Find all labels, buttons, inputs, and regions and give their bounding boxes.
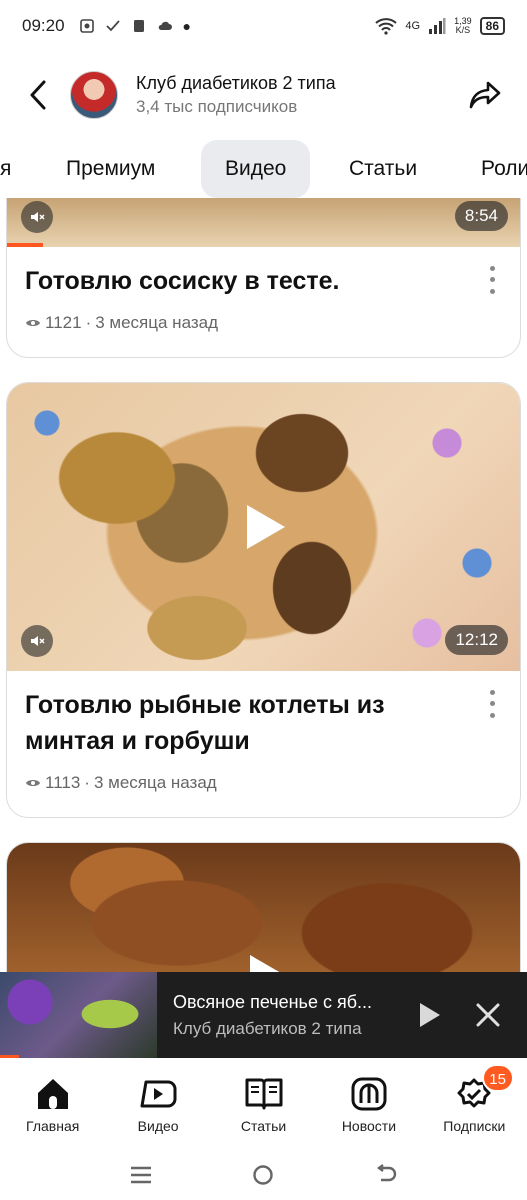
channel-avatar[interactable] xyxy=(70,71,118,119)
mini-player-title: Овсяное печенье с яб... xyxy=(173,991,373,1012)
chevron-left-icon xyxy=(30,80,46,110)
articles-icon xyxy=(245,1078,283,1110)
more-options-button[interactable] xyxy=(482,263,502,297)
mini-player-info[interactable]: Овсяное печенье с яб... Клуб диабетиков … xyxy=(173,992,401,1039)
watch-progress xyxy=(7,243,43,247)
video-card[interactable]: 12:12 Готовлю рыбные котлеты из минтая и… xyxy=(6,382,521,818)
nav-video[interactable]: Видео xyxy=(105,1060,210,1150)
sim-icon xyxy=(133,20,144,32)
video-feed[interactable]: 8:54 Готовлю сосиску в тесте. 1121 · 3 м… xyxy=(0,198,527,972)
tab-articles[interactable]: Статьи xyxy=(325,140,441,198)
back-arrow-icon[interactable] xyxy=(375,1164,397,1186)
tab-premium[interactable]: Премиум xyxy=(42,140,179,198)
publish-age: 3 месяца назад xyxy=(93,773,217,792)
status-time: 09:20 xyxy=(22,16,65,35)
eye-icon xyxy=(26,320,40,326)
tab-video[interactable]: Видео xyxy=(201,140,311,198)
video-duration: 8:54 xyxy=(454,201,508,231)
publish-age: 3 месяца назад xyxy=(95,313,218,332)
channel-name: Клуб диабетиков 2 типа xyxy=(136,73,336,93)
system-navigation xyxy=(0,1150,527,1200)
nav-subscriptions[interactable]: Подписки 15 xyxy=(422,1060,527,1150)
video-thumbnail[interactable] xyxy=(7,843,520,972)
mute-button[interactable] xyxy=(21,201,53,233)
view-count: 1121 xyxy=(45,313,82,332)
video-card[interactable] xyxy=(6,842,521,972)
mini-player-progress xyxy=(0,1055,19,1058)
home-icon xyxy=(37,1079,68,1109)
more-options-button[interactable] xyxy=(482,687,502,721)
check-icon xyxy=(105,20,120,32)
mute-icon xyxy=(31,212,45,222)
view-count: 1113 xyxy=(45,773,81,792)
video-icon xyxy=(140,1080,177,1108)
bottom-navigation: Главная Видео Статьи Новости Подписки 15 xyxy=(0,1060,527,1150)
nav-articles[interactable]: Статьи xyxy=(211,1060,316,1150)
video-meta: 1113 · 3 месяца назад xyxy=(25,773,217,793)
mute-button[interactable] xyxy=(21,625,53,657)
mini-player-thumbnail[interactable] xyxy=(0,972,157,1058)
battery-indicator: 86 xyxy=(479,17,505,35)
status-bar: 09:20 ● 4G 1,39 K/S 86 xyxy=(0,0,527,52)
mini-player-channel: Клуб диабетиков 2 типа xyxy=(173,1018,362,1038)
video-card[interactable]: 8:54 Готовлю сосиску в тесте. 1121 · 3 м… xyxy=(6,198,521,358)
video-thumbnail[interactable]: 8:54 xyxy=(7,198,520,247)
play-icon[interactable] xyxy=(243,502,287,552)
subscriber-count: 3,4 тыс подписчиков xyxy=(136,97,298,116)
menu-icon[interactable] xyxy=(130,1166,152,1184)
channel-tabs: я Премиум Видео Статьи Роли xyxy=(0,140,527,198)
channel-header: Клуб диабетиков 2 типа 3,4 тыс подписчик… xyxy=(0,60,527,130)
video-duration: 12:12 xyxy=(445,625,508,655)
share-button[interactable] xyxy=(465,75,505,115)
video-thumbnail[interactable]: 12:12 xyxy=(7,383,520,671)
notification-badge: 15 xyxy=(481,1064,514,1092)
nav-label: Новости xyxy=(341,1118,397,1134)
video-meta: 1121 · 3 месяца назад xyxy=(25,313,218,333)
nav-label: Статьи xyxy=(240,1118,287,1134)
video-title[interactable]: Готовлю сосиску в тесте. xyxy=(25,263,465,299)
share-icon xyxy=(469,81,501,109)
dot-icon: ● xyxy=(182,18,192,34)
mini-player[interactable]: Овсяное печенье с яб... Клуб диабетиков … xyxy=(0,972,527,1058)
network-speed: 1,39 K/S xyxy=(454,16,472,35)
tab-partial-right[interactable]: Роли xyxy=(457,140,527,198)
news-icon xyxy=(351,1077,387,1111)
video-title[interactable]: Готовлю рыбные котлеты из минтая и горбу… xyxy=(25,687,465,759)
channel-info[interactable]: Клуб диабетиков 2 типа 3,4 тыс подписчик… xyxy=(136,73,336,117)
network-type: 4G xyxy=(405,20,421,32)
nav-label: Подписки xyxy=(443,1118,506,1134)
close-icon[interactable] xyxy=(475,1002,501,1028)
back-button[interactable] xyxy=(18,75,58,115)
play-button[interactable] xyxy=(417,1000,443,1030)
cloud-icon xyxy=(158,21,172,30)
wifi-icon xyxy=(375,18,398,35)
nav-label: Видео xyxy=(137,1118,179,1134)
nav-news[interactable]: Новости xyxy=(316,1060,421,1150)
status-notification-icons: ● xyxy=(79,18,191,34)
tab-partial-left[interactable]: я xyxy=(0,140,35,198)
nav-home[interactable]: Главная xyxy=(0,1060,105,1150)
home-circle-icon[interactable] xyxy=(252,1164,274,1186)
nav-label: Главная xyxy=(26,1118,80,1134)
screenshot-icon xyxy=(79,19,94,33)
mute-icon xyxy=(31,636,45,646)
signal-icon xyxy=(429,18,446,34)
play-icon[interactable] xyxy=(247,953,283,972)
eye-icon xyxy=(26,780,40,786)
